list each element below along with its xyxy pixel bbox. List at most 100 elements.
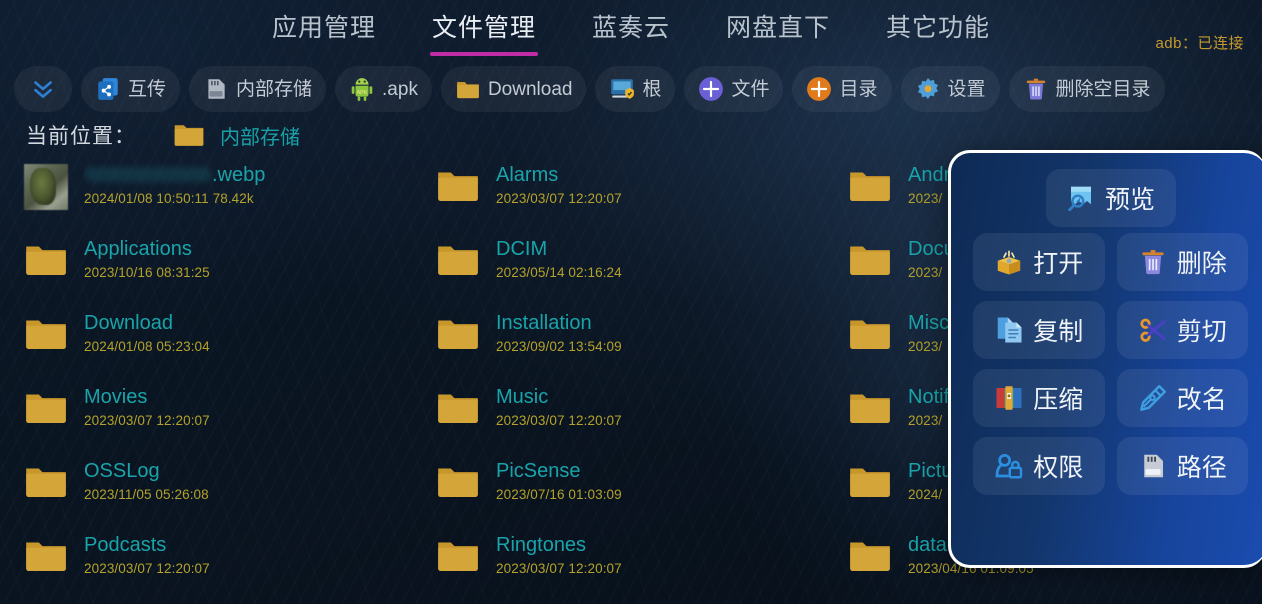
file-meta: 2023/05/14 02:16:24 (496, 265, 622, 280)
button-label: 互传 (128, 78, 167, 100)
root-button[interactable]: 根 (595, 66, 676, 112)
path-sdcard-icon (1143, 454, 1163, 478)
folder-icon (26, 394, 66, 423)
delete-empty-dirs-button[interactable]: 删除空目录 (1008, 66, 1165, 112)
file-name: Andr (908, 164, 951, 186)
ctx-copy-button[interactable]: 复制 (973, 301, 1105, 359)
settings-button[interactable]: 设置 (900, 66, 1000, 112)
button-label: 根 (642, 78, 662, 100)
tab-file-management[interactable]: 文件管理 (429, 4, 538, 58)
tab-app-management[interactable]: 应用管理 (270, 4, 378, 58)
file-name: Applications (84, 238, 192, 260)
list-item[interactable]: DCIM 2023/05/14 02:16:24 (436, 232, 848, 306)
list-item[interactable]: Alarms 2023/03/07 12:20:07 (436, 158, 848, 232)
folder-icon (438, 542, 478, 571)
list-item[interactable]: .webp 2024/01/08 10:50:11 78.42k (24, 158, 436, 232)
button-label: 删除空目录 (1055, 78, 1151, 100)
file-name: Notif (908, 386, 950, 408)
android-apk-icon: APK (351, 78, 373, 101)
file-name: Ringtones (496, 534, 587, 556)
file-meta: 2023/03/07 12:20:07 (496, 413, 622, 428)
tab-netdisk-direct[interactable]: 网盘直下 (724, 4, 832, 58)
tab-label: 应用管理 (271, 14, 376, 42)
download-folder-button[interactable]: Download (440, 66, 587, 112)
top-navigation: 应用管理 文件管理 蓝奏云 网盘直下 其它功能 (0, 0, 1262, 62)
list-item[interactable]: Installation 2023/09/02 13:54:09 (436, 306, 848, 380)
button-label: .apk (382, 78, 418, 100)
internal-storage-button[interactable]: 内部存储 (189, 66, 327, 112)
file-meta: 2024/01/08 05:23:04 (84, 339, 210, 354)
scissors-icon (1140, 318, 1166, 342)
file-name: Download (84, 312, 173, 334)
folder-icon (850, 320, 890, 349)
file-meta: 2023/10/16 08:31:25 (84, 265, 210, 280)
collapse-button[interactable] (14, 66, 72, 112)
ctx-delete-button[interactable]: 删除 (1116, 233, 1248, 291)
tab-other-functions[interactable]: 其它功能 (884, 4, 992, 58)
ctx-label: 预览 (1104, 186, 1155, 214)
file-name: .webp (84, 164, 265, 186)
ctx-rename-button[interactable]: 改名 (1116, 369, 1248, 427)
toolbar: 互传 内部存储 APK .apk Download 根 文件 目录 设置 删除空… (0, 62, 1262, 116)
tab-lanzou-cloud[interactable]: 蓝奏云 (590, 4, 672, 58)
new-folder-button[interactable]: 目录 (792, 66, 892, 112)
file-name: Podcasts (84, 534, 167, 556)
ctx-permissions-button[interactable]: 权限 (973, 437, 1105, 495)
file-name: PicSense (496, 460, 581, 482)
file-meta: 2023/ (908, 339, 943, 354)
image-thumbnail (24, 164, 68, 210)
file-name: DCIM (496, 238, 548, 260)
plus-circle-orange-icon (807, 77, 832, 101)
list-item[interactable]: PicSense 2023/07/16 01:03:09 (436, 454, 848, 528)
permissions-key-icon (995, 454, 1023, 479)
ctx-open-button[interactable]: 打开 (973, 233, 1105, 291)
folder-icon (850, 246, 890, 275)
folder-icon (850, 172, 890, 201)
active-tab-underline (429, 52, 538, 56)
svg-text:APK: APK (357, 90, 368, 96)
current-path-name[interactable]: 内部存储 (220, 121, 300, 150)
list-item[interactable]: Movies 2023/03/07 12:20:07 (24, 380, 436, 454)
list-item[interactable]: Download 2024/01/08 05:23:04 (24, 306, 436, 380)
transfer-button[interactable]: 互传 (81, 66, 181, 112)
button-label: 设置 (947, 78, 986, 100)
folder-icon (438, 394, 478, 423)
file-meta: 2023/ (908, 413, 943, 428)
list-item[interactable]: Applications 2023/10/16 08:31:25 (24, 232, 436, 306)
file-meta: 2023/03/07 12:20:07 (496, 561, 622, 576)
ctx-label: 复制 (1033, 318, 1084, 346)
file-meta: 2023/09/02 13:54:09 (496, 339, 622, 354)
folder-icon (438, 246, 478, 275)
file-column-2: Alarms 2023/03/07 12:20:07 DCIM 2023/05/… (436, 158, 848, 602)
ctx-label: 压缩 (1033, 386, 1084, 414)
list-item[interactable]: Music 2023/03/07 12:20:07 (436, 380, 848, 454)
list-item[interactable]: Podcasts 2023/03/07 12:20:07 (24, 528, 436, 602)
share-transfer-icon (98, 78, 118, 100)
copy-document-icon (997, 317, 1022, 343)
folder-icon (174, 125, 204, 146)
file-column-1: .webp 2024/01/08 10:50:11 78.42k Applica… (24, 158, 436, 602)
current-location-label: 当前位置： (26, 125, 136, 148)
file-name: Misc (908, 312, 950, 334)
button-label: 内部存储 (236, 78, 313, 100)
ctx-compress-button[interactable]: 压缩 (973, 369, 1105, 427)
file-meta: 2023/03/07 12:20:07 (84, 413, 210, 428)
list-item[interactable]: OSSLog 2023/11/05 05:26:08 (24, 454, 436, 528)
tab-label: 蓝奏云 (591, 14, 670, 42)
apk-filter-button[interactable]: APK .apk (335, 66, 432, 112)
file-name: Movies (84, 386, 148, 408)
ctx-path-button[interactable]: 路径 (1116, 437, 1248, 495)
file-name: Installation (496, 312, 592, 334)
redacted-filename (84, 167, 212, 182)
list-item[interactable]: Ringtones 2023/03/07 12:20:07 (436, 528, 848, 602)
ctx-preview-button[interactable]: 预览 (1045, 169, 1176, 227)
ctx-cut-button[interactable]: 剪切 (1116, 301, 1248, 359)
new-file-button[interactable]: 文件 (684, 66, 784, 112)
folder-icon (850, 394, 890, 423)
file-meta: 2024/ (908, 487, 943, 502)
folder-icon (26, 246, 66, 275)
file-meta: 2023/03/07 12:20:07 (84, 561, 210, 576)
folder-icon (850, 542, 890, 571)
ctx-label: 删除 (1176, 250, 1227, 278)
folder-icon (438, 172, 478, 201)
